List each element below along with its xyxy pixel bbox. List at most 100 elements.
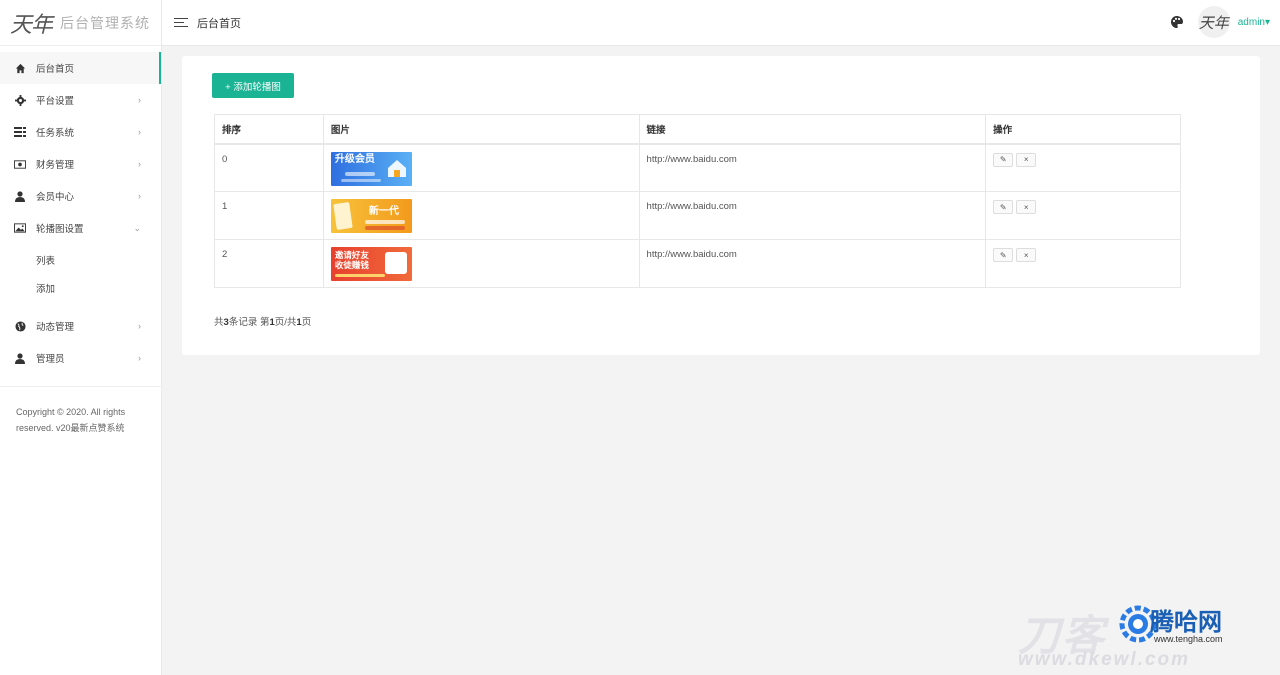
close-icon: × bbox=[1023, 155, 1029, 164]
table-row: 1 新一代 http://www.baidu.com ✎ × bbox=[214, 191, 1181, 240]
money-icon bbox=[14, 158, 26, 170]
sidebar-item-label: 轮播图设置 bbox=[36, 224, 84, 235]
sidebar-item-label: 财务管理 bbox=[36, 160, 75, 171]
banner-image: 升级会员 bbox=[330, 151, 412, 186]
user-icon bbox=[14, 190, 26, 202]
delete-button[interactable]: × bbox=[1016, 152, 1037, 167]
sidebar-item-label: 会员中心 bbox=[36, 192, 75, 203]
carousel-table: 排序 图片 链接 操作 0 升级会员 http://www.baidu.com bbox=[214, 114, 1181, 288]
sidebar-subnav: 列表 添加 bbox=[0, 246, 161, 302]
delete-button[interactable]: × bbox=[1016, 248, 1037, 262]
avatar[interactable]: 天年 bbox=[1197, 6, 1230, 38]
cell-sort: 0 bbox=[214, 143, 324, 192]
sidebar-item-carousel-settings[interactable]: 轮播图设置 ⌄ bbox=[0, 212, 161, 244]
cell-actions: ✎ × bbox=[985, 239, 1181, 288]
table-row: 2 邀请好友 收徒赚钱 http://www.baidu.com ✎ × bbox=[214, 239, 1181, 288]
sidebar-divider bbox=[0, 386, 162, 387]
watermark-site: www.tengha.com bbox=[1154, 634, 1223, 644]
copyright-line-1: Copyright © 2020. All rights bbox=[16, 407, 126, 417]
chevron-down-icon: ⌄ bbox=[133, 223, 141, 233]
close-icon: × bbox=[1023, 250, 1029, 260]
cell-sort: 2 bbox=[214, 239, 324, 288]
cell-sort: 1 bbox=[214, 191, 324, 240]
content-card: + 添加轮播图 排序 图片 链接 操作 0 升级会员 http://www.ba… bbox=[182, 56, 1260, 355]
table-row: 0 升级会员 http://www.baidu.com ✎ × bbox=[214, 143, 1181, 192]
palette-icon[interactable] bbox=[1170, 15, 1184, 29]
delete-button[interactable]: × bbox=[1016, 200, 1037, 214]
sidebar-item-tasks[interactable]: 任务系统 › bbox=[0, 116, 161, 148]
gear-icon bbox=[14, 94, 26, 106]
cell-actions: ✎ × bbox=[985, 191, 1181, 240]
user-menu[interactable]: admin▾ bbox=[1238, 17, 1270, 28]
pencil-icon: ✎ bbox=[999, 202, 1007, 212]
column-header-actions: 操作 bbox=[985, 114, 1181, 145]
sidebar-item-platform-settings[interactable]: 平台设置 › bbox=[0, 84, 161, 116]
banner-house-icon bbox=[387, 159, 406, 177]
copyright-line-2: reserved. v20最新点赞系统 bbox=[16, 423, 125, 433]
banner-image: 邀请好友 收徒赚钱 bbox=[330, 247, 412, 281]
chevron-right-icon: › bbox=[138, 353, 141, 363]
brand-logo: 天年 bbox=[10, 12, 53, 38]
home-icon bbox=[14, 62, 26, 74]
cell-link: http://www.baidu.com bbox=[638, 143, 987, 192]
sidebar-nav: 后台首页 平台设置 › 任务系统 › 财务管理 › 会员中心 › 轮播图设置 ⌄ bbox=[0, 52, 161, 244]
cell-image: 新一代 bbox=[322, 191, 640, 240]
brand-title: 后台管理系统 bbox=[60, 14, 151, 31]
column-header-link: 链接 bbox=[638, 114, 987, 145]
column-header-image: 图片 bbox=[322, 114, 640, 145]
globe-icon bbox=[14, 320, 26, 332]
close-icon: × bbox=[1023, 202, 1029, 212]
pencil-icon: ✎ bbox=[999, 250, 1007, 260]
chevron-right-icon: › bbox=[138, 321, 141, 331]
chevron-right-icon: › bbox=[138, 127, 141, 137]
watermark: 刀客 腾哈网 www.tengha.com www.dkewl.com bbox=[1018, 600, 1268, 670]
tasks-icon bbox=[14, 126, 26, 138]
pager-sep: 页/共 bbox=[274, 317, 297, 328]
brand[interactable]: 天年 后台管理系统 bbox=[0, 0, 161, 46]
menu-toggle-icon[interactable] bbox=[174, 17, 188, 28]
sidebar-item-admins[interactable]: 管理员 › bbox=[0, 342, 161, 374]
pencil-icon: ✎ bbox=[999, 155, 1007, 164]
cell-actions: ✎ × bbox=[985, 143, 1181, 192]
chevron-right-icon: › bbox=[138, 95, 141, 105]
pager-mid: 条记录 第 bbox=[228, 317, 270, 328]
sidebar-item-label: 后台首页 bbox=[36, 64, 75, 75]
sidebar-item-finance[interactable]: 财务管理 › bbox=[0, 148, 161, 180]
sidebar-subitem-label: 列表 bbox=[36, 256, 56, 267]
sidebar-nav-2: 动态管理 › 管理员 › bbox=[0, 310, 161, 374]
sidebar-item-label: 平台设置 bbox=[36, 96, 75, 107]
sidebar-item-members[interactable]: 会员中心 › bbox=[0, 180, 161, 212]
sidebar-item-label: 动态管理 bbox=[36, 322, 75, 333]
column-header-sort: 排序 bbox=[214, 114, 324, 145]
add-carousel-button[interactable]: + 添加轮播图 bbox=[212, 73, 294, 98]
sidebar-item-home[interactable]: 后台首页 bbox=[0, 52, 161, 84]
cell-image: 邀请好友 收徒赚钱 bbox=[322, 239, 640, 288]
cell-link: http://www.baidu.com bbox=[638, 191, 987, 240]
banner-text: 邀请好友 收徒赚钱 bbox=[334, 250, 369, 270]
edit-button[interactable]: ✎ bbox=[993, 200, 1014, 214]
breadcrumb: 后台首页 bbox=[197, 17, 241, 30]
pager-suffix: 页 bbox=[301, 317, 312, 328]
edit-button[interactable]: ✎ bbox=[993, 248, 1014, 262]
sidebar-item-news[interactable]: 动态管理 › bbox=[0, 310, 161, 342]
watermark-url: www.dkewl.com bbox=[1018, 649, 1191, 670]
sidebar-subitem-list[interactable]: 列表 bbox=[0, 246, 161, 274]
image-icon bbox=[14, 222, 26, 234]
table-header-row: 排序 图片 链接 操作 bbox=[214, 114, 1181, 145]
topbar: 后台首页 天年 admin▾ bbox=[162, 0, 1280, 46]
sidebar: 天年 后台管理系统 后台首页 平台设置 › 任务系统 › 财务管理 › 会员中心… bbox=[0, 0, 162, 675]
sidebar-subitem-add[interactable]: 添加 bbox=[0, 274, 161, 302]
pagination-info: 共3条记录 第1页/共1页 bbox=[214, 314, 311, 328]
cell-image: 升级会员 bbox=[322, 143, 640, 192]
cell-link: http://www.baidu.com bbox=[638, 239, 987, 288]
user-icon bbox=[14, 352, 26, 364]
banner-image: 新一代 bbox=[330, 199, 412, 233]
chevron-right-icon: › bbox=[138, 191, 141, 201]
sidebar-item-label: 任务系统 bbox=[36, 128, 75, 139]
edit-button[interactable]: ✎ bbox=[993, 152, 1014, 167]
pager-prefix: 共 bbox=[214, 317, 224, 328]
watermark-cn: 腾哈网 bbox=[1150, 609, 1222, 636]
chevron-right-icon: › bbox=[138, 159, 141, 169]
sidebar-item-label: 管理员 bbox=[36, 354, 65, 365]
banner-text: 新一代 bbox=[368, 206, 399, 217]
